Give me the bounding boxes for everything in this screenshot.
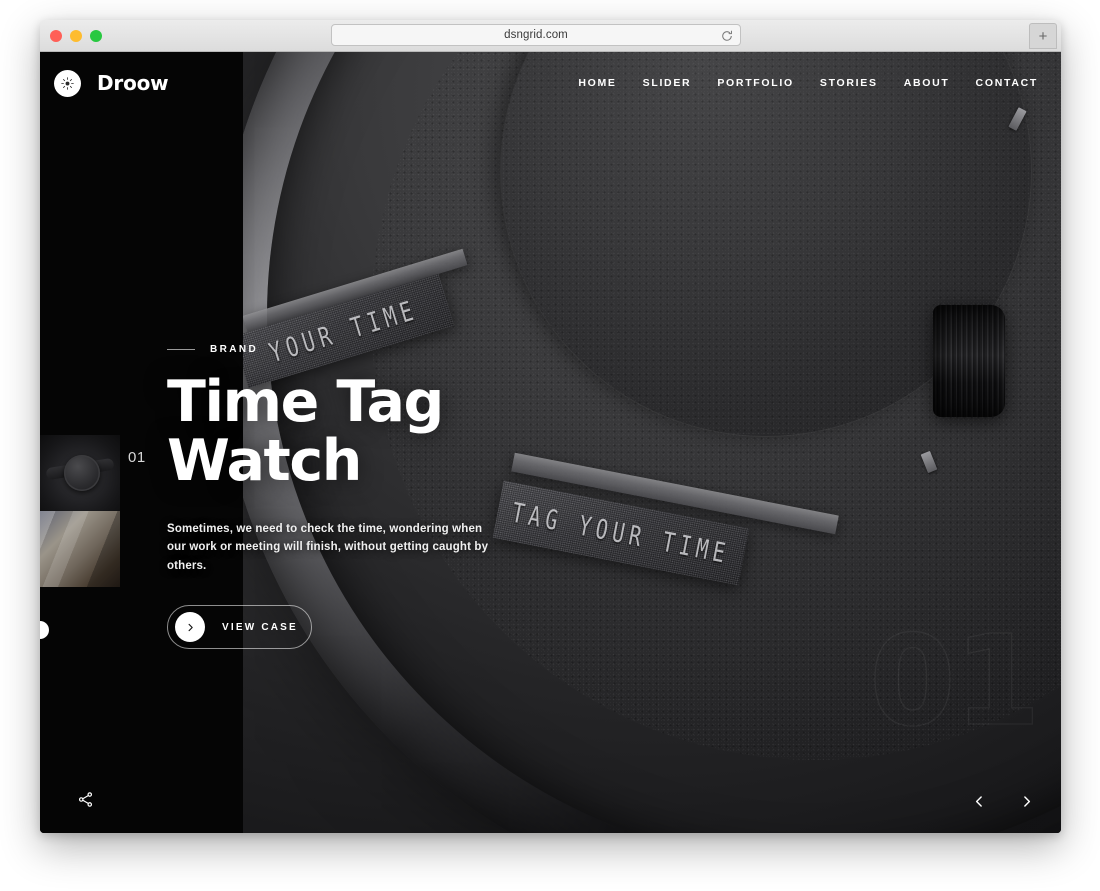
sun-burst-icon: [54, 69, 81, 97]
nav-item-contact[interactable]: CONTACT: [976, 77, 1038, 89]
hero-description: Sometimes, we need to check the time, wo…: [167, 522, 489, 572]
share-icon: [78, 791, 92, 807]
slider-thumbnail-rail: 01: [40, 435, 145, 639]
hero-eyebrow: BRAND: [167, 344, 597, 355]
brand-logo[interactable]: Droow: [54, 69, 169, 97]
view-case-button[interactable]: VIEW CASE: [167, 605, 312, 650]
chevron-right-icon: [175, 612, 205, 643]
address-bar[interactable]: dsngrid.com: [331, 24, 741, 46]
thumbnail-workspace[interactable]: [40, 511, 120, 587]
hero-content: BRAND Time Tag Watch Sometimes, we need …: [167, 344, 597, 650]
browser-window: dsngrid.com + YOUR TIME TAG YOUR TIME 01…: [40, 20, 1061, 833]
nav-item-stories[interactable]: STORIES: [820, 77, 878, 89]
nav-item-slider[interactable]: SLIDER: [643, 77, 692, 89]
window-controls: [50, 30, 102, 42]
new-tab-button[interactable]: +: [1029, 23, 1057, 49]
thumbnail-number: 01: [128, 449, 146, 466]
nav-item-about[interactable]: ABOUT: [904, 77, 950, 89]
slider-navigation: [969, 791, 1036, 811]
site-header: Droow HOME SLIDER PORTFOLIO STORIES ABOU…: [40, 52, 1061, 114]
slide-number-watermark: 01: [868, 608, 1041, 754]
nav-item-portfolio[interactable]: PORTFOLIO: [717, 77, 794, 89]
page-viewport: YOUR TIME TAG YOUR TIME 01 Droow HOME SL…: [40, 52, 1061, 833]
view-case-label: VIEW CASE: [222, 621, 298, 633]
hero-title: Time Tag Watch: [167, 369, 444, 495]
hero-category-label: BRAND: [210, 344, 259, 355]
minimize-window-button[interactable]: [70, 30, 82, 42]
slider-next-button[interactable]: [1016, 791, 1036, 811]
browser-titlebar: dsngrid.com +: [40, 20, 1061, 52]
nav-item-home[interactable]: HOME: [578, 77, 616, 89]
maximize-window-button[interactable]: [90, 30, 102, 42]
thumbnail-watch[interactable]: [40, 435, 120, 511]
share-button[interactable]: [73, 787, 97, 811]
slider-prev-button[interactable]: [969, 791, 989, 811]
thumbnail-watch-body: [64, 455, 100, 491]
url-text: dsngrid.com: [504, 29, 568, 41]
reload-icon[interactable]: [721, 29, 733, 41]
chevron-left-icon: [975, 795, 982, 807]
brand-name: Droow: [97, 71, 169, 95]
eyebrow-rule: [167, 349, 195, 350]
main-navigation: HOME SLIDER PORTFOLIO STORIES ABOUT CONT…: [578, 77, 1038, 89]
close-window-button[interactable]: [50, 30, 62, 42]
watch-crown: [933, 305, 1005, 417]
chevron-right-icon: [1023, 795, 1030, 807]
